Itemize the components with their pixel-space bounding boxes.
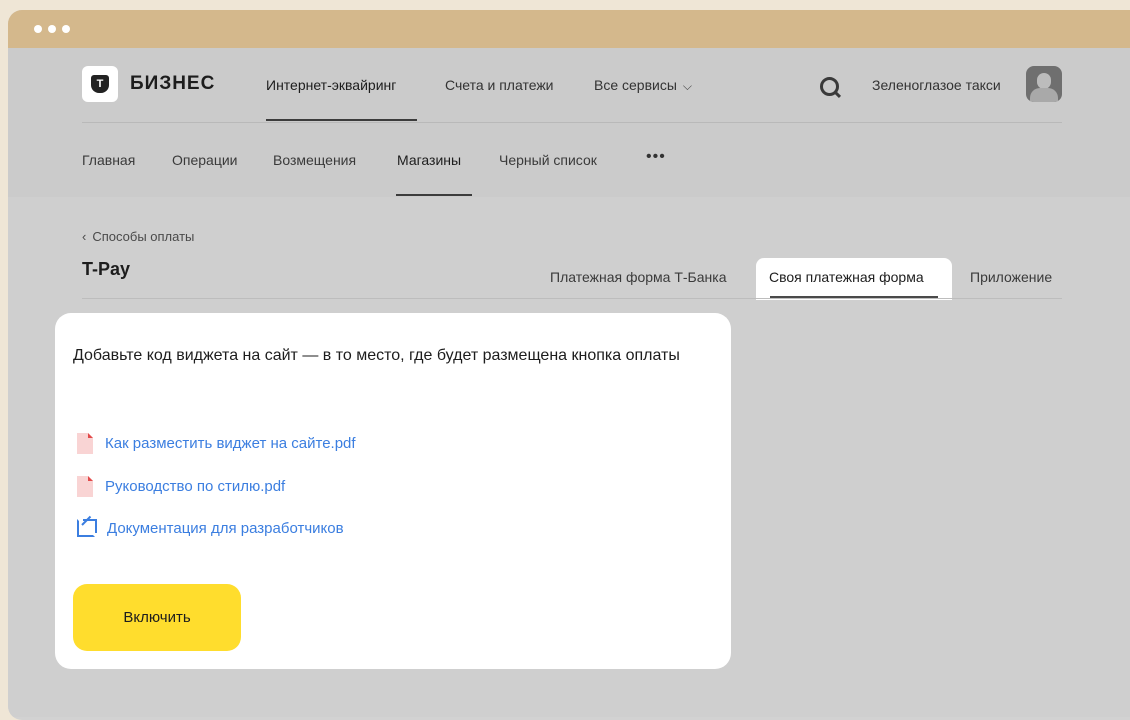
widget-card: Добавьте код виджета на сайт — в то мест…: [55, 313, 731, 669]
page-title: T-Pay: [82, 259, 131, 279]
chevron-left-icon: ‹: [82, 229, 87, 244]
back-link-label: Способы оплаты: [92, 229, 195, 244]
window-dot[interactable]: [62, 25, 70, 33]
user-name[interactable]: Зеленоглазое такси: [872, 77, 1001, 93]
tab-app[interactable]: Приложение: [970, 269, 1052, 285]
chevron-down-icon: ⌵: [682, 79, 693, 93]
link-place-widget-pdf[interactable]: Как разместить виджет на сайте.pdf: [77, 433, 356, 454]
link-label: Документация для разработчиков: [107, 519, 344, 537]
window-dots: [34, 25, 70, 33]
top-nav-item-acquiring[interactable]: Интернет-эквайринг: [266, 77, 396, 93]
link-label: Руководство по стилю.pdf: [105, 478, 286, 495]
window-titlebar: [8, 10, 1130, 48]
search-icon[interactable]: [820, 77, 839, 96]
avatar-body: [1030, 88, 1058, 102]
logo-icon: Т: [82, 66, 118, 102]
window-dot[interactable]: [34, 25, 42, 33]
link-developer-docs[interactable]: Документация для разработчиков: [77, 519, 344, 537]
logo-letter: Т: [91, 75, 109, 93]
link-label: Как разместить виджет на сайте.pdf: [105, 435, 356, 452]
tab-own-payment-form-label: Своя платежная форма: [769, 269, 924, 285]
top-nav-item-label: Все сервисы: [594, 77, 677, 93]
app-header: Т БИЗНЕС Интернет-эквайринг Счета и плат…: [8, 48, 1130, 197]
more-icon[interactable]: •••: [646, 148, 666, 166]
sub-nav-item-home[interactable]: Главная: [82, 152, 135, 168]
header-divider: [82, 122, 1062, 123]
card-title: Добавьте код виджета на сайт — в то мест…: [73, 347, 680, 364]
sub-nav-item-blacklist[interactable]: Черный список: [499, 152, 597, 168]
sub-nav-active-underline: [396, 194, 472, 196]
avatar[interactable]: [1026, 66, 1062, 102]
tabs-divider: [82, 298, 1062, 299]
logo-text: БИЗНЕС: [130, 73, 216, 94]
back-link[interactable]: ‹ Способы оплаты: [82, 229, 194, 244]
sub-nav-item-operations[interactable]: Операции: [172, 152, 238, 168]
sub-nav-item-refunds[interactable]: Возмещения: [273, 152, 356, 168]
avatar-head: [1037, 73, 1051, 89]
window-dot[interactable]: [48, 25, 56, 33]
tab-tbank-payment-form[interactable]: Платежная форма Т-Банка: [550, 269, 726, 285]
enable-button[interactable]: Включить: [73, 584, 241, 651]
top-nav-active-underline: [266, 119, 417, 121]
logo[interactable]: Т БИЗНЕС: [82, 66, 215, 102]
top-nav-item-accounts[interactable]: Счета и платежи: [445, 77, 554, 93]
top-nav-item-all-services[interactable]: Все сервисы ⌵: [594, 77, 692, 94]
sub-nav-item-shops[interactable]: Магазины: [397, 152, 461, 168]
pdf-icon: [77, 433, 93, 454]
external-link-icon: [77, 519, 97, 537]
pdf-icon: [77, 476, 93, 497]
link-style-guide-pdf[interactable]: Руководство по стилю.pdf: [77, 476, 285, 497]
top-nav: Т БИЗНЕС Интернет-эквайринг Счета и плат…: [8, 48, 1130, 122]
